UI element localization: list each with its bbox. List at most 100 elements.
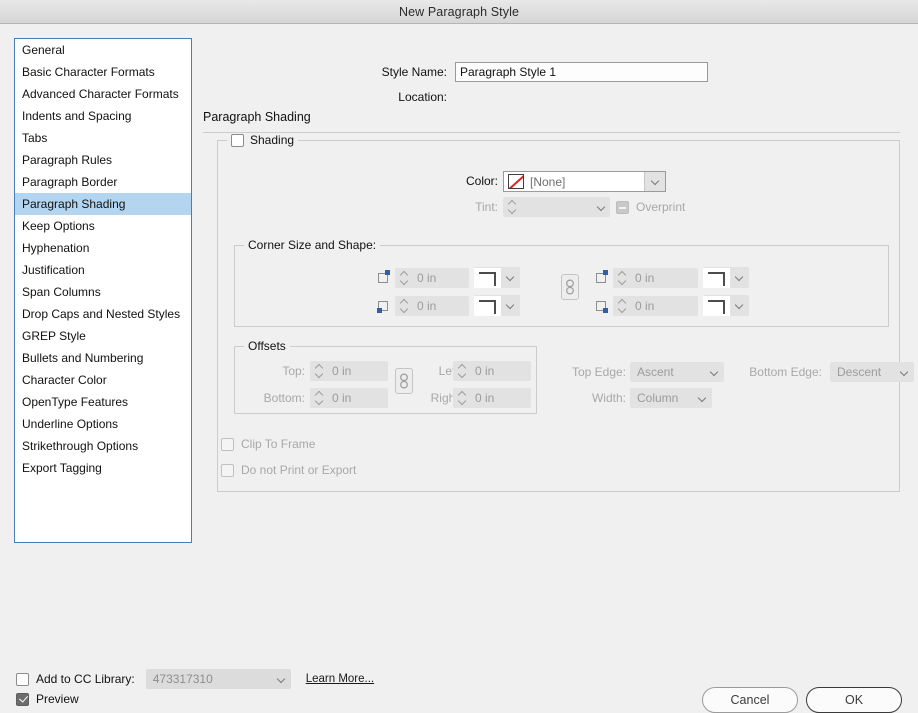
corner-top-left-shape-dropdown[interactable] <box>474 267 520 288</box>
corner-bottom-left-shape-dropdown[interactable] <box>474 295 520 316</box>
sidebar-item-basic-character-formats[interactable]: Basic Character Formats <box>15 61 191 83</box>
category-sidebar[interactable]: General Basic Character Formats Advanced C… <box>14 38 192 543</box>
sidebar-item-paragraph-shading[interactable]: Paragraph Shading <box>15 193 191 215</box>
sidebar-item-hyphenation[interactable]: Hyphenation <box>15 237 191 259</box>
corner-size-shape-groupbox: Corner Size and Shape: 0 in 0 in 0 in 0 … <box>234 238 889 327</box>
learn-more-link[interactable]: Learn More... <box>306 673 374 685</box>
offset-left-value: 0 in <box>475 364 495 378</box>
preview-checkbox[interactable] <box>16 692 29 706</box>
corner-shape-icon <box>474 267 501 288</box>
stepper-icon[interactable] <box>399 298 411 314</box>
corner-bottom-left-input[interactable]: 0 in <box>395 295 469 316</box>
sidebar-item-general[interactable]: General <box>15 39 191 61</box>
sidebar-item-advanced-character-formats[interactable]: Advanced Character Formats <box>15 83 191 105</box>
color-label: Color: <box>465 174 498 188</box>
dialog-body: General Basic Character Formats Advanced C… <box>0 24 918 713</box>
stepper-icon[interactable] <box>457 390 469 406</box>
chevron-down-icon[interactable] <box>271 676 291 683</box>
sidebar-item-underline-options[interactable]: Underline Options <box>15 413 191 435</box>
chevron-down-icon[interactable] <box>644 172 665 191</box>
add-to-cc-library-checkbox[interactable] <box>16 672 29 686</box>
tint-dropdown[interactable] <box>503 197 610 217</box>
corner-shape-icon <box>703 295 730 316</box>
sidebar-item-paragraph-border[interactable]: Paragraph Border <box>15 171 191 193</box>
sidebar-item-tabs[interactable]: Tabs <box>15 127 191 149</box>
chevron-down-icon[interactable] <box>704 369 724 376</box>
offsets-legend: Offsets <box>244 339 290 353</box>
corner-bottom-right-shape-dropdown[interactable] <box>703 295 749 316</box>
overprint-row[interactable]: Overprint <box>616 200 685 214</box>
stepper-icon[interactable] <box>617 270 629 286</box>
corner-bottom-right-input[interactable]: 0 in <box>613 295 698 316</box>
sidebar-item-character-color[interactable]: Character Color <box>15 369 191 391</box>
corner-legend: Corner Size and Shape: <box>244 238 381 252</box>
stepper-icon[interactable] <box>314 363 326 379</box>
chevron-down-icon[interactable] <box>501 274 519 281</box>
location-label: Location: <box>398 90 447 104</box>
offset-bottom-value: 0 in <box>332 391 352 405</box>
corner-top-right-shape-dropdown[interactable] <box>703 267 749 288</box>
sidebar-item-paragraph-rules[interactable]: Paragraph Rules <box>15 149 191 171</box>
offset-top-input[interactable]: 0 in <box>310 361 388 381</box>
top-edge-label: Top Edge: <box>571 365 626 379</box>
section-divider <box>203 132 900 133</box>
corner-bottom-left-value: 0 in <box>417 298 437 313</box>
sidebar-item-justification[interactable]: Justification <box>15 259 191 281</box>
width-dropdown[interactable]: Column <box>630 388 712 408</box>
cancel-button[interactable]: Cancel <box>702 687 798 713</box>
clip-to-frame-checkbox[interactable] <box>221 437 234 451</box>
window-titlebar: New Paragraph Style <box>0 0 918 24</box>
ok-button[interactable]: OK <box>806 687 902 713</box>
offset-right-value: 0 in <box>475 391 495 405</box>
stepper-icon[interactable] <box>399 270 411 286</box>
width-label: Width: <box>591 391 626 405</box>
overprint-label: Overprint <box>636 200 686 214</box>
stepper-icon[interactable] <box>617 298 629 314</box>
corner-field-bottom-right[interactable]: 0 in <box>595 295 749 316</box>
stepper-icon[interactable] <box>457 363 469 379</box>
sidebar-item-keep-options[interactable]: Keep Options <box>15 215 191 237</box>
chevron-down-icon[interactable] <box>730 302 748 309</box>
sidebar-item-drop-caps-and-nested-styles[interactable]: Drop Caps and Nested Styles <box>15 303 191 325</box>
shading-legend: Shading <box>227 133 299 147</box>
bottom-edge-dropdown[interactable]: Descent <box>830 362 914 382</box>
top-edge-dropdown[interactable]: Ascent <box>630 362 724 382</box>
chevron-down-icon[interactable] <box>592 204 610 211</box>
top-edge-value: Ascent <box>637 365 674 379</box>
chevron-down-icon[interactable] <box>894 369 914 376</box>
chevron-down-icon[interactable] <box>730 274 748 281</box>
corner-field-top-left[interactable]: 0 in <box>377 267 520 288</box>
corner-field-top-right[interactable]: 0 in <box>595 267 749 288</box>
sidebar-item-export-tagging[interactable]: Export Tagging <box>15 457 191 479</box>
offsets-link-toggle[interactable] <box>395 368 413 394</box>
clip-to-frame-row[interactable]: Clip To Frame <box>221 437 315 451</box>
cc-library-dropdown[interactable]: 473317310 <box>145 669 291 689</box>
corner-top-right-input[interactable]: 0 in <box>613 267 698 288</box>
offset-right-input[interactable]: 0 in <box>453 388 531 408</box>
corner-field-bottom-left[interactable]: 0 in <box>377 295 520 316</box>
sidebar-item-strikethrough-options[interactable]: Strikethrough Options <box>15 435 191 457</box>
tint-label: Tint: <box>475 200 498 214</box>
offset-bottom-input[interactable]: 0 in <box>310 388 388 408</box>
chevron-down-icon[interactable] <box>501 302 519 309</box>
sidebar-item-bullets-and-numbering[interactable]: Bullets and Numbering <box>15 347 191 369</box>
tint-stepper-icon[interactable] <box>507 199 519 215</box>
offset-left-input[interactable]: 0 in <box>453 361 531 381</box>
corner-shape-icon <box>703 267 730 288</box>
sidebar-item-opentype-features[interactable]: OpenType Features <box>15 391 191 413</box>
shading-checkbox[interactable] <box>231 133 244 147</box>
sidebar-item-indents-and-spacing[interactable]: Indents and Spacing <box>15 105 191 127</box>
style-name-input[interactable] <box>455 62 708 82</box>
stepper-icon[interactable] <box>314 390 326 406</box>
corner-bottom-right-icon <box>595 299 608 313</box>
sidebar-item-grep-style[interactable]: GREP Style <box>15 325 191 347</box>
corner-top-left-input[interactable]: 0 in <box>395 267 469 288</box>
overprint-checkbox[interactable] <box>616 200 629 214</box>
color-dropdown[interactable]: [None] <box>503 171 666 192</box>
corner-link-toggle[interactable] <box>561 274 579 300</box>
do-not-print-checkbox[interactable] <box>221 463 234 477</box>
chain-link-icon <box>566 279 574 295</box>
chevron-down-icon[interactable] <box>692 395 712 402</box>
sidebar-item-span-columns[interactable]: Span Columns <box>15 281 191 303</box>
do-not-print-row[interactable]: Do not Print or Export <box>221 463 356 477</box>
